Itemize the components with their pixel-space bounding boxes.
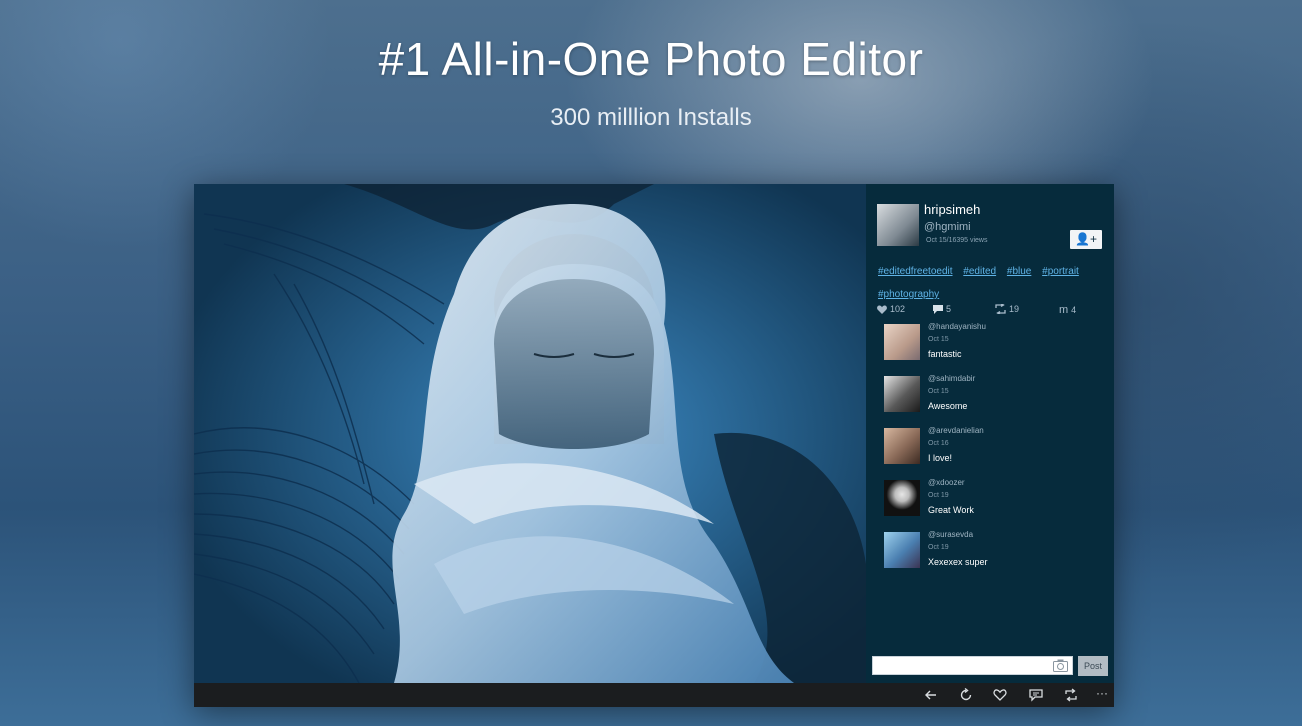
commenter-avatar[interactable] [884, 376, 920, 412]
comment-date: Oct 15 [928, 388, 949, 395]
comments-count: 5 [946, 304, 952, 314]
comments-stat[interactable]: 5 [933, 304, 951, 314]
hero-title: #1 All-in-One Photo Editor [378, 33, 924, 85]
post-details-panel: hripsimeh @hgmimi Oct 15/16395 views 👤+ … [866, 184, 1114, 683]
remixes-count: 4 [1071, 305, 1077, 315]
refresh-icon[interactable] [959, 688, 973, 702]
app-window: hripsimeh @hgmimi Oct 15/16395 views 👤+ … [194, 184, 1114, 707]
comment-icon[interactable] [1029, 688, 1043, 702]
post-photo[interactable] [194, 184, 866, 683]
tag-link[interactable]: #photography [878, 289, 939, 300]
photo-artwork [194, 184, 866, 683]
tag-list: #editedfreetoedit #edited #blue #portrai… [878, 260, 1110, 306]
commenter-avatar[interactable] [884, 480, 920, 516]
comment-item: @arevdanielian Oct 16 I love! [884, 424, 1109, 470]
remix-icon: m [1059, 304, 1069, 316]
post-meta: Oct 15/16395 views [926, 237, 988, 244]
author-avatar[interactable] [877, 204, 919, 246]
tag-link[interactable]: #editedfreetoedit [878, 266, 953, 277]
comment-item: @handayanishu Oct 15 fantastic [884, 320, 1109, 366]
comment-text: Awesome [928, 401, 968, 411]
comment-username[interactable]: @xdoozer [928, 478, 965, 487]
tag-link[interactable]: #blue [1007, 266, 1031, 277]
comment-text: I love! [928, 453, 953, 463]
remixes-stat[interactable]: m 4 [1059, 304, 1076, 316]
comment-item: @sahimdabir Oct 15 Awesome [884, 372, 1109, 418]
reposts-count: 19 [1009, 304, 1020, 314]
camera-icon[interactable] [1053, 659, 1068, 672]
comment-text: fantastic [928, 349, 962, 359]
comment-date: Oct 15 [928, 336, 949, 343]
repost-icon[interactable] [1064, 688, 1078, 702]
more-icon[interactable]: ··· [1096, 686, 1110, 700]
comment-date: Oct 19 [928, 544, 949, 551]
heart-icon[interactable] [993, 688, 1007, 702]
comment-item: @surasevda Oct 19 Xexexex super [884, 528, 1109, 574]
bottom-toolbar: ··· [194, 683, 1114, 707]
tag-link[interactable]: #edited [963, 266, 996, 277]
heart-icon [877, 304, 887, 314]
comment-text: Xexexex super [928, 557, 988, 567]
comment-username[interactable]: @handayanishu [928, 322, 986, 331]
commenter-avatar[interactable] [884, 324, 920, 360]
comment-input[interactable] [872, 656, 1073, 675]
comment-item: @xdoozer Oct 19 Great Work [884, 476, 1109, 522]
author-name[interactable]: hripsimeh [924, 202, 980, 217]
post-comment-button[interactable]: Post [1078, 656, 1108, 676]
comment-username[interactable]: @sahimdabir [928, 374, 975, 383]
repost-icon [995, 304, 1006, 314]
comment-username[interactable]: @arevdanielian [928, 426, 984, 435]
likes-count: 102 [890, 304, 906, 314]
comment-username[interactable]: @surasevda [928, 530, 973, 539]
back-icon[interactable] [924, 688, 938, 702]
commenter-avatar[interactable] [884, 532, 920, 568]
likes-stat[interactable]: 102 [877, 304, 905, 314]
comment-icon [933, 304, 943, 314]
add-user-icon: 👤+ [1075, 232, 1097, 246]
follow-button[interactable]: 👤+ [1070, 230, 1102, 249]
author-handle[interactable]: @hgmimi [924, 221, 971, 233]
hero-subtitle: 300 milllion Installs [550, 104, 752, 131]
commenter-avatar[interactable] [884, 428, 920, 464]
comment-text: Great Work [928, 505, 974, 515]
post-stats: 102 5 19 m 4 [877, 304, 1105, 318]
comment-date: Oct 16 [928, 440, 949, 447]
tag-link[interactable]: #portrait [1042, 266, 1079, 277]
comment-date: Oct 19 [928, 492, 949, 499]
reposts-stat[interactable]: 19 [995, 304, 1019, 314]
